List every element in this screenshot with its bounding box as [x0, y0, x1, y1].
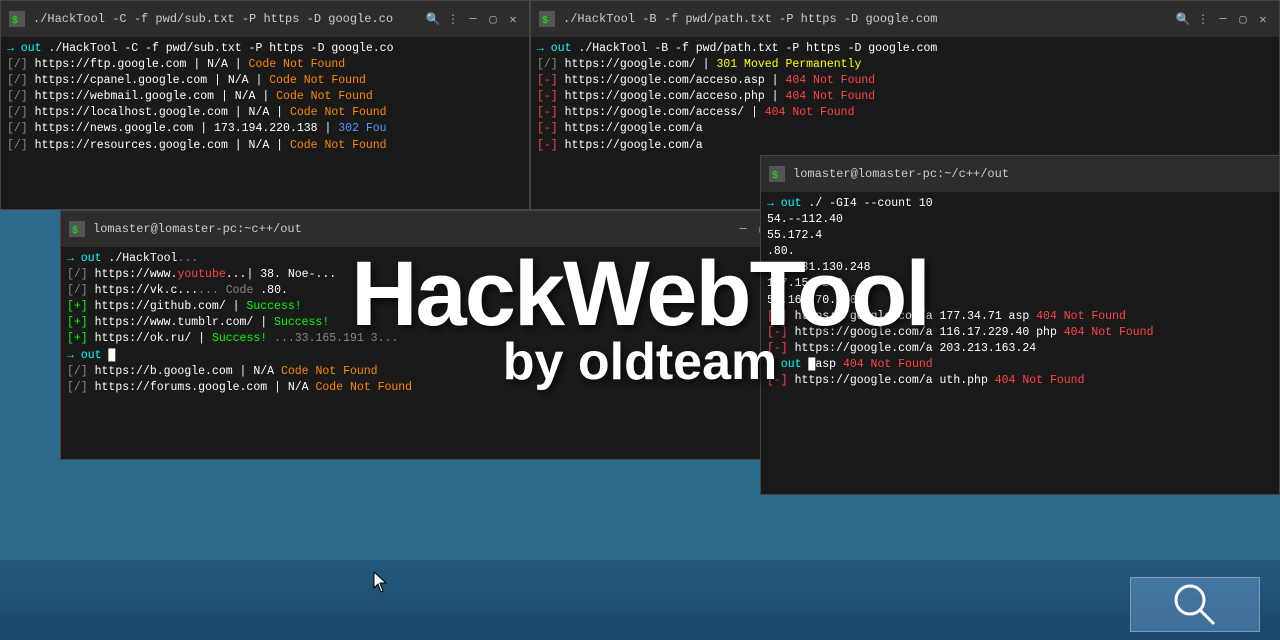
search-box[interactable] — [1130, 577, 1260, 632]
term-line: [/] https://google.com/ | 301 Moved Perm… — [537, 57, 1273, 73]
terminal-window-4: $ lomaster@lomaster-pc:~/c++/out → out .… — [760, 155, 1280, 495]
term-line: [/] https://cpanel.google.com | N/A | Co… — [7, 73, 523, 89]
search-icon — [1170, 580, 1220, 630]
terminal-body-3: → out ./HackTool... [/] https://www.yout… — [61, 247, 799, 459]
term-line: [+] https://www.tumblr.com/ | Success! — [67, 315, 793, 331]
titlebar-1[interactable]: $ ./HackTool -C -f pwd/sub.txt -P https … — [1, 1, 529, 37]
term-line: → out ./HackTool -C -f pwd/sub.txt -P ht… — [7, 41, 523, 57]
svg-text:$: $ — [72, 225, 78, 237]
term-line: [/] https://resources.google.com | N/A |… — [7, 138, 523, 154]
terminal-icon-3: $ — [69, 221, 85, 237]
term-line: [/] https://news.google.com | 173.194.22… — [7, 121, 523, 137]
menu-btn-2[interactable]: ⋮ — [1195, 11, 1211, 27]
minimize-btn-3[interactable]: ─ — [735, 221, 751, 237]
minimize-btn-2[interactable]: ─ — [1215, 11, 1231, 27]
term-line: [+] https://github.com/ | Success! — [67, 299, 793, 315]
close-btn-2[interactable]: ✕ — [1255, 11, 1271, 27]
terminal-window-1: $ ./HackTool -C -f pwd/sub.txt -P https … — [0, 0, 530, 210]
menu-btn-1[interactable]: ⋮ — [445, 11, 461, 27]
term-line: 55.172.4 — [767, 228, 1273, 244]
terminal-title-3: lomaster@lomaster-pc:~c++/out — [93, 222, 727, 236]
term-line: [-] https://google.com/a — [537, 138, 1273, 154]
titlebar-3[interactable]: $ lomaster@lomaster-pc:~c++/out ─ ▢ ✕ — [61, 211, 799, 247]
titlebar-2[interactable]: $ ./HackTool -B -f pwd/path.txt -P https… — [531, 1, 1279, 37]
svg-text:$: $ — [542, 15, 548, 27]
term-line: → out ./HackTool -B -f pwd/path.txt -P h… — [537, 41, 1273, 57]
term-line: 54.--112.40 — [767, 212, 1273, 228]
terminal-body-1: → out ./HackTool -C -f pwd/sub.txt -P ht… — [1, 37, 529, 209]
term-line: [-] https://google.com/a — [537, 121, 1273, 137]
term-line: → out █ — [67, 348, 793, 364]
terminal-title-1: ./HackTool -C -f pwd/sub.txt -P https -D… — [33, 12, 417, 26]
term-line: [-] https://google.com/a 116.17.229.40 p… — [767, 325, 1273, 341]
search-btn-2[interactable]: 🔍 — [1175, 11, 1191, 27]
term-line: [/] https://ftp.google.com | N/A | Code … — [7, 57, 523, 73]
window-controls-2[interactable]: 🔍 ⋮ ─ ▢ ✕ — [1175, 11, 1271, 27]
terminal-body-4: → out ./ -GI4 --count 10 54.--112.40 55.… — [761, 192, 1279, 494]
svg-text:$: $ — [12, 15, 18, 27]
terminal-window-3: $ lomaster@lomaster-pc:~c++/out ─ ▢ ✕ → … — [60, 210, 800, 460]
term-line: [/] https://b.google.com | N/A Code Not … — [67, 364, 793, 380]
term-line: [-] https://google.com/acceso.php | 404 … — [537, 89, 1273, 105]
term-line: [-] https://google.com/acceso.asp | 404 … — [537, 73, 1273, 89]
term-line: [/] https://webmail.google.com | N/A | C… — [7, 89, 523, 105]
titlebar-4[interactable]: $ lomaster@lomaster-pc:~/c++/out — [761, 156, 1279, 192]
close-btn-1[interactable]: ✕ — [505, 11, 521, 27]
terminal-title-4: lomaster@lomaster-pc:~/c++/out — [793, 167, 1271, 181]
terminal-icon-4: $ — [769, 166, 785, 182]
term-line: [/] https://localhost.google.com | N/A |… — [7, 105, 523, 121]
term-line: [-] https://google.com/a 177.34.71 asp 4… — [767, 309, 1273, 325]
minimize-btn-1[interactable]: ─ — [465, 11, 481, 27]
term-line: [-] https://google.com/a 203.213.163.24 — [767, 341, 1273, 357]
term-line: → out ./HackTool... — [67, 251, 793, 267]
search-btn-1[interactable]: 🔍 — [425, 11, 441, 27]
term-line: 55.161.70.220 — [767, 293, 1273, 309]
window-controls-1[interactable]: 🔍 ⋮ ─ ▢ ✕ — [425, 11, 521, 27]
term-line: [/] https://forums.google.com | N/A Code… — [67, 380, 793, 396]
term-line: [/] https://vk.c...... Code .80. — [67, 283, 793, 299]
taskbar — [0, 560, 1280, 640]
terminal-icon-2: $ — [539, 11, 555, 27]
term-line: → out █asp 404 Not Found — [767, 357, 1273, 373]
term-line: 251.231.130.248 — [767, 260, 1273, 276]
terminal-title-2: ./HackTool -B -f pwd/path.txt -P https -… — [563, 12, 1167, 26]
term-line: [+] https://ok.ru/ | Success! ...33.165.… — [67, 331, 793, 347]
term-line: 147.154.223 — [767, 276, 1273, 292]
term-line: .80. — [767, 244, 1273, 260]
term-line: → out ./ -GI4 --count 10 — [767, 196, 1273, 212]
maximize-btn-2[interactable]: ▢ — [1235, 11, 1251, 27]
terminal-icon-1: $ — [9, 11, 25, 27]
maximize-btn-1[interactable]: ▢ — [485, 11, 501, 27]
term-line: [-] https://google.com/access/ | 404 Not… — [537, 105, 1273, 121]
term-line: [-] https://google.com/a uth.php 404 Not… — [767, 373, 1273, 389]
svg-text:$: $ — [772, 170, 778, 182]
term-line: [/] https://www.youtube...| 38. Noe-... — [67, 267, 793, 283]
